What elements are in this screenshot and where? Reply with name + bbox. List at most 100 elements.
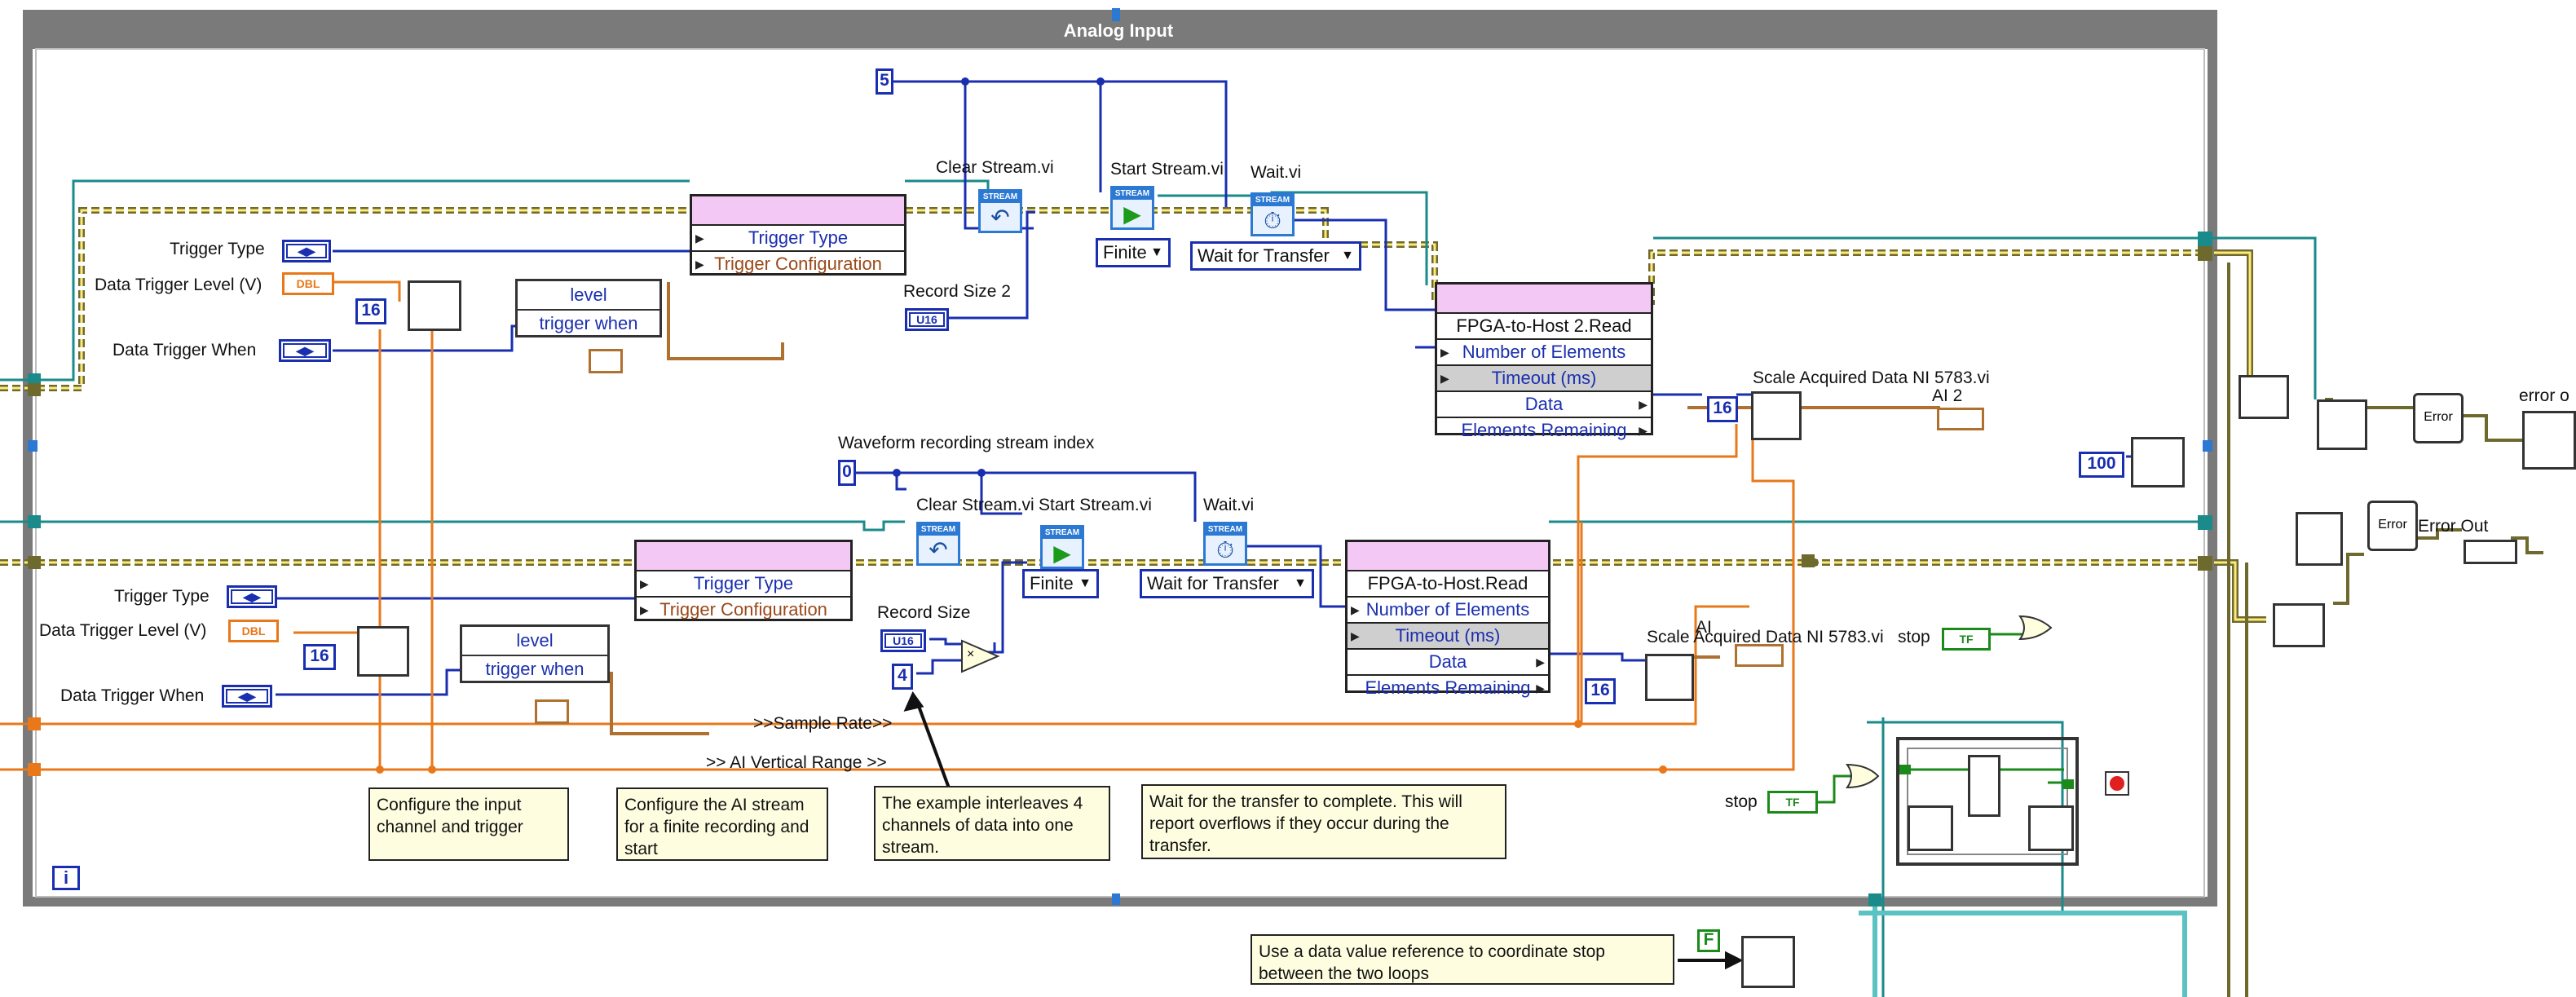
error-out-indicator-lower — [2464, 540, 2517, 564]
clear-stream-label-lower: Clear Stream.vi — [916, 496, 1034, 514]
trigger-property-node-lower[interactable]: ▶ Trigger Type ▶ Trigger Configuration — [634, 540, 853, 621]
comment-configure-input: Configure the input channel and trigger — [368, 787, 569, 861]
data-trigger-when-enum-control-lower[interactable]: ◀▶ — [222, 685, 272, 708]
finite-mode-enum-upper[interactable]: Finite ▼ — [1096, 238, 1171, 267]
play-icon: ▶ — [1053, 540, 1071, 566]
close-fifo-lower[interactable] — [2296, 512, 2343, 566]
waveform-stream-index-label: Waveform recording stream index — [838, 434, 1095, 452]
stopwatch-icon: ⏱ — [1216, 537, 1234, 562]
fifo-node-header — [1437, 285, 1651, 314]
record-size-2-label: Record Size 2 — [903, 282, 1011, 301]
timeout-property[interactable]: ▶ Timeout (ms) — [1437, 366, 1651, 392]
wait-ms-constant[interactable]: 100 — [2079, 452, 2124, 478]
clear-stream-vi-lower[interactable]: STREAM ↶ — [916, 522, 960, 566]
error-out-label-lower: Error Out — [2418, 517, 2489, 536]
data-output[interactable]: Data ▶ — [1437, 392, 1651, 418]
elements-remaining-output[interactable]: Elements Remaining ▶ — [1437, 418, 1651, 443]
clear-stream-vi[interactable]: STREAM ↶ — [978, 189, 1022, 233]
in-place-element-icon[interactable] — [1968, 755, 2000, 817]
cluster-constant-upper[interactable] — [589, 349, 623, 373]
data-trigger-level-label-lower: Data Trigger Level (V) — [39, 621, 207, 640]
start-stream-label-lower: Start Stream.vi — [1039, 496, 1152, 514]
number-of-elements-property-lower[interactable]: ▶ Number of Elements — [1348, 598, 1548, 624]
data-trigger-when-label: Data Trigger When — [112, 341, 257, 360]
wait-vi-label: Wait.vi — [1251, 163, 1302, 182]
number-of-elements-property[interactable]: ▶ Number of Elements — [1437, 340, 1651, 366]
trigger-configuration-property[interactable]: ▶ Trigger Configuration — [692, 252, 904, 276]
wait-for-transfer-enum-lower[interactable]: Wait for Transfer ▼ — [1140, 569, 1314, 598]
data-output-lower[interactable]: Data ▶ — [1348, 650, 1548, 676]
trigger-type-label-lower: Trigger Type — [114, 587, 210, 606]
data-trigger-level-control-lower[interactable]: DBL — [228, 620, 279, 642]
new-data-value-reference-icon[interactable] — [1741, 936, 1795, 988]
timeout-property-lower[interactable]: ▶ Timeout (ms) — [1348, 624, 1548, 650]
record-size-control-lower[interactable]: U16 — [880, 629, 926, 652]
undo-arrow-icon: ↶ — [929, 537, 948, 562]
stop-sign-icon — [2105, 771, 2129, 796]
comment-wait-transfer: Wait for the transfer to complete. This … — [1141, 784, 1506, 859]
comment-interleave: The example interleaves 4 channels of da… — [874, 786, 1110, 861]
stream-index-constant-0[interactable]: 0 — [838, 460, 856, 486]
bundle-level-field: level — [518, 281, 659, 311]
data-trigger-when-enum-control[interactable]: ◀▶ — [279, 339, 331, 362]
cluster-constant-lower[interactable] — [535, 699, 569, 724]
trigger-type-property[interactable]: ▶ Trigger Type — [692, 226, 904, 252]
data-trigger-level-control[interactable]: DBL — [282, 272, 334, 295]
comment-configure-ai: Configure the AI stream for a finite rec… — [616, 787, 828, 861]
stopwatch-icon: ⏱ — [1264, 208, 1281, 233]
clear-stream-label: Clear Stream.vi — [936, 158, 1054, 177]
loop-frame-title: Analog Input — [1063, 20, 1174, 41]
wait-for-transfer-enum-upper[interactable]: Wait for Transfer ▼ — [1190, 241, 1361, 271]
start-stream-vi-lower[interactable]: STREAM ▶ — [1040, 525, 1084, 569]
fifo-node-header — [1348, 542, 1548, 571]
simple-error-handler-lower[interactable]: Error — [2367, 501, 2418, 551]
wait-ms-function[interactable] — [2131, 437, 2185, 487]
sample-rate-label: >>Sample Rate>> — [753, 714, 893, 733]
bundle-by-name-upper[interactable]: level trigger when — [515, 279, 662, 337]
loop-iteration-terminal[interactable]: i — [52, 866, 80, 890]
wait-vi[interactable]: STREAM ⏱ — [1251, 192, 1295, 236]
simple-error-handler-upper[interactable]: Error — [2413, 393, 2464, 443]
bundle-by-name-lower[interactable]: level trigger when — [460, 624, 610, 683]
trigger-type-enum-control[interactable]: ◀▶ — [282, 240, 331, 262]
trigger-configuration-property-lower[interactable]: ▶ Trigger Configuration — [637, 598, 850, 622]
fpga-to-host-2-read-node[interactable]: FPGA-to-Host 2.Read ▶ Number of Elements … — [1435, 282, 1653, 440]
property-node-header — [692, 196, 904, 226]
const-16-lower[interactable]: 16 — [303, 644, 336, 670]
merge-errors-upper[interactable] — [2239, 375, 2289, 419]
vertical-range-label: >> AI Vertical Range >> — [706, 753, 887, 772]
scale-convert-icon-lower[interactable] — [357, 626, 409, 677]
record-size-2-control[interactable]: U16 — [905, 308, 949, 331]
scale-acquired-data-vi-upper[interactable] — [1751, 391, 1802, 440]
trigger-type-enum-control-lower[interactable]: ◀▶ — [227, 585, 277, 608]
error-out-label-upper: error o — [2519, 386, 2569, 405]
stop-boolean-lower[interactable]: TF — [1767, 791, 1818, 814]
multiply-icon[interactable]: × — [967, 647, 974, 662]
stop-boolean-inner[interactable]: TF — [1942, 628, 1991, 651]
fifo-node-title: FPGA-to-Host 2.Read — [1437, 314, 1651, 340]
const-16-scale-lower[interactable]: 16 — [1585, 678, 1616, 704]
fifo-node-title-lower: FPGA-to-Host.Read — [1348, 571, 1548, 598]
const-16-scale-upper[interactable]: 16 — [1707, 396, 1738, 422]
ai-2-waveform-indicator — [1937, 408, 1984, 430]
data-trigger-when-label-lower: Data Trigger When — [60, 686, 205, 705]
fpga-to-host-read-node[interactable]: FPGA-to-Host.Read ▶ Number of Elements ▶ T… — [1345, 540, 1550, 698]
finite-mode-enum-lower[interactable]: Finite ▼ — [1022, 569, 1099, 598]
const-16-upper[interactable]: 16 — [355, 298, 386, 324]
property-node-header — [637, 542, 850, 571]
scale-convert-icon[interactable] — [408, 280, 461, 331]
trigger-type-property-lower[interactable]: ▶ Trigger Type — [637, 571, 850, 598]
dvr-write-icon[interactable] — [2028, 805, 2074, 851]
dvr-read-icon[interactable] — [1908, 805, 1953, 851]
stream-index-constant-5[interactable]: 5 — [876, 68, 893, 95]
wait-vi-lower[interactable]: STREAM ⏱ — [1203, 522, 1247, 566]
merge-errors-lower[interactable] — [2273, 603, 2325, 647]
start-stream-vi[interactable]: STREAM ▶ — [1110, 186, 1154, 230]
scale-acquired-data-label-upper: Scale Acquired Data NI 5783.vi — [1753, 368, 1990, 387]
scale-acquired-data-vi-lower[interactable] — [1645, 654, 1694, 701]
false-constant[interactable]: F — [1697, 929, 1720, 952]
trigger-property-node-upper[interactable]: ▶ Trigger Type ▶ Trigger Configuration — [690, 194, 906, 276]
const-4-channels[interactable]: 4 — [892, 664, 913, 690]
close-fifo-upper[interactable] — [2317, 399, 2367, 450]
elements-remaining-output-lower[interactable]: Elements Remaining ▶ — [1348, 676, 1548, 700]
